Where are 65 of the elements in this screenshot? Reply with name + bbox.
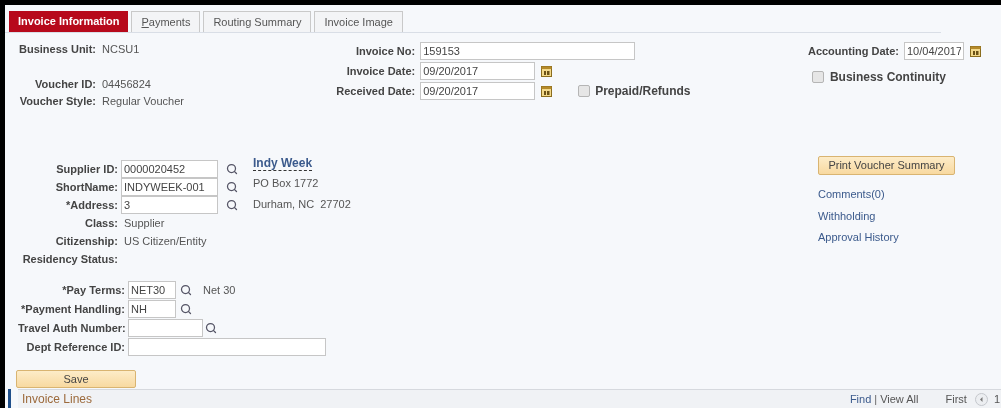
search-icon[interactable] — [226, 181, 238, 194]
link[interactable]: Withholding — [818, 207, 955, 225]
field-label: Residency Status: — [21, 252, 119, 267]
field-label: Voucher ID: — [34, 77, 97, 93]
prepaid-checkbox[interactable] — [578, 85, 591, 97]
date-field[interactable]: 09/20/2017 — [420, 82, 536, 100]
field-label: Voucher Style: — [18, 94, 97, 110]
checkbox-label: Business Continuity — [829, 69, 946, 86]
address-line: Durham, NC 27702 — [253, 196, 352, 212]
lookup-field[interactable]: NH — [128, 300, 176, 318]
search-icon[interactable] — [226, 199, 238, 212]
grid-title: Invoice Lines — [22, 391, 93, 408]
search-icon[interactable] — [180, 303, 192, 315]
page-number: 1 — [993, 391, 1000, 407]
calendar-icon[interactable] — [541, 85, 553, 97]
field-label: Supplier ID: — [55, 162, 119, 177]
search-icon[interactable] — [205, 322, 217, 334]
field-label: Invoice No: — [354, 43, 417, 59]
address-line: PO Box 1772 — [253, 176, 320, 192]
lookup-field[interactable]: 3 — [121, 196, 218, 215]
tab[interactable]: Routing Summary — [203, 11, 312, 32]
field-label: Class: — [83, 216, 119, 231]
search-icon[interactable] — [180, 284, 192, 296]
find-link[interactable]: Find — [849, 390, 872, 408]
link[interactable]: Approval History — [818, 229, 955, 246]
supplier-name-link[interactable]: Indy Week — [253, 157, 313, 172]
field-label: Received Date: — [335, 83, 417, 99]
field-label: Dept Reference ID: — [25, 339, 126, 355]
search-icon[interactable] — [226, 163, 238, 176]
date-field[interactable]: 09/20/2017 — [420, 62, 536, 80]
field-value: 04456824 — [101, 77, 151, 93]
field-label: Accounting Date: — [807, 43, 900, 59]
save-button[interactable]: Save — [16, 370, 136, 388]
business-continuity-checkbox[interactable] — [811, 71, 824, 83]
field-description: Net 30 — [203, 282, 236, 298]
field-label: *Pay Terms: — [61, 282, 126, 298]
tab[interactable]: Invoice Information — [9, 11, 129, 32]
date-field[interactable]: 10/04/2017 — [904, 42, 964, 60]
calendar-icon[interactable] — [541, 65, 553, 77]
lookup-field[interactable]: 0000020452 — [121, 160, 218, 179]
field-label: *Address: — [65, 198, 119, 213]
field-label: Travel Auth Number: — [18, 320, 127, 336]
lookup-field[interactable]: INDYWEEK-001 — [121, 178, 218, 197]
calendar-icon[interactable] — [970, 45, 981, 57]
field-label: Invoice Date: — [345, 63, 417, 79]
tab[interactable]: Invoice Image — [314, 11, 403, 32]
first-label: First — [945, 391, 967, 407]
print-voucher-summary-button[interactable]: Print Voucher Summary — [818, 156, 955, 176]
field-value: US Citizen/Entity — [123, 234, 207, 249]
checkbox-label: Prepaid/Refunds — [595, 83, 691, 100]
field-value: NCSU1 — [101, 42, 140, 58]
lookup-field[interactable] — [128, 319, 203, 337]
text-field[interactable] — [128, 338, 326, 356]
tab[interactable]: Payments — [131, 11, 201, 32]
link[interactable]: Comments(0) — [818, 186, 955, 203]
text-field[interactable]: 159153 — [420, 42, 636, 60]
lookup-field[interactable]: NET30 — [128, 281, 176, 299]
field-label: Business Unit: — [18, 42, 97, 58]
field-value: Regular Voucher — [101, 94, 184, 110]
separator: | — [874, 391, 878, 407]
field-label: ShortName: — [54, 180, 119, 195]
field-value: Supplier — [123, 216, 165, 231]
field-label: Citizenship: — [54, 234, 119, 249]
field-label: *Payment Handling: — [20, 301, 126, 317]
view-all-link[interactable]: View All — [880, 390, 919, 408]
